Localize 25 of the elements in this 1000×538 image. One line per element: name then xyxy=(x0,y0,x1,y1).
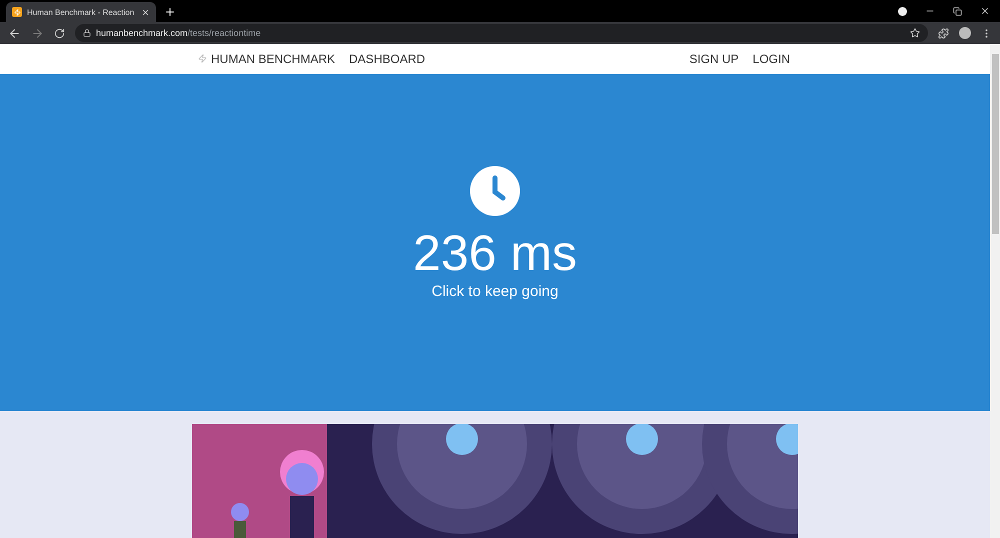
close-icon[interactable] xyxy=(141,8,150,16)
new-tab-icon[interactable] xyxy=(164,6,176,18)
nav-link[interactable]: LOGIN xyxy=(752,52,790,66)
restore-icon[interactable] xyxy=(953,6,962,16)
clock-icon xyxy=(470,166,520,216)
lock-icon xyxy=(83,29,91,37)
brand-link[interactable]: HUMAN BENCHMARK xyxy=(198,52,336,66)
nav-link[interactable]: SIGN UP xyxy=(689,52,739,66)
address-bar[interactable]: humanbenchmark.com/tests/reactiontime xyxy=(75,24,928,42)
forward-icon[interactable] xyxy=(31,26,44,40)
reaction-time: 236 ms xyxy=(413,226,577,281)
close-window-icon[interactable] xyxy=(980,6,990,16)
profile-dot-icon[interactable] xyxy=(898,6,907,16)
prompt-text: Click to keep going xyxy=(432,282,558,300)
site-favicon xyxy=(12,7,22,17)
puzzle-icon[interactable] xyxy=(938,28,949,38)
nav-link[interactable]: DASHBOARD xyxy=(349,52,426,66)
avatar-icon[interactable] xyxy=(959,27,971,39)
test-area[interactable]: 236 ms Click to keep going xyxy=(0,74,990,412)
reload-icon[interactable] xyxy=(54,28,65,38)
star-icon[interactable] xyxy=(910,28,920,38)
lightning-icon xyxy=(198,54,207,64)
scrollbar[interactable] xyxy=(990,44,1000,538)
back-icon[interactable] xyxy=(8,26,21,40)
browser-tab[interactable]: Human Benchmark - Reaction xyxy=(6,2,156,22)
